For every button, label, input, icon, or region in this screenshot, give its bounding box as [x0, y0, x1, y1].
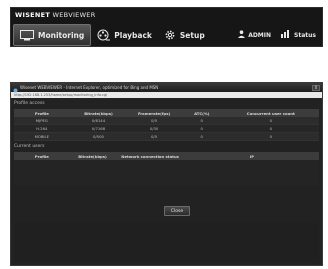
popup-close-x[interactable]: X: [312, 84, 320, 91]
profile-table-header: Profile Bitrate(kbps) Framerate(fps) ATC…: [14, 109, 319, 117]
cell-framerate: 0/5: [151, 134, 158, 139]
tab-monitoring[interactable]: Monitoring: [13, 24, 92, 46]
address-url: http://192.168.1.253/home/setup/monitori…: [14, 93, 108, 97]
users-table-body: [14, 160, 319, 186]
logo-brand: WISENET: [15, 11, 51, 19]
cell-framerate: 0/5: [151, 118, 158, 123]
current-users-heading: Current users: [14, 144, 45, 149]
tab-playback[interactable]: Playback: [91, 24, 158, 46]
cell-bitrate: 0/7168: [91, 126, 106, 131]
tab-playback-label: Playback: [114, 30, 152, 40]
cell-profile: H.264: [36, 126, 48, 131]
tab-setup[interactable]: Setup: [158, 24, 211, 46]
col-network-status: Network connection status: [121, 153, 179, 159]
status-icon: [281, 30, 291, 40]
app-logo: WISENET WEBVIEWER: [15, 11, 96, 19]
cell-concurrent-users: 0: [269, 134, 273, 139]
monitor-icon: [20, 29, 34, 41]
close-button[interactable]: Close: [164, 206, 190, 216]
popup-empty-area: [14, 223, 319, 261]
col-ip: IP: [249, 153, 255, 159]
user-name: ADMIN: [248, 31, 272, 39]
cell-bitrate: 0/6144: [91, 118, 106, 123]
monitoring-info-popup: Wisenet WEBVIEWER - Internet Explorer, o…: [10, 82, 323, 266]
users-table-header: Profile Bitrate(kbps) Network connection…: [14, 152, 319, 160]
gear-icon: [164, 29, 176, 41]
cell-profile: MOBILE: [34, 134, 50, 139]
film-reel-icon: [97, 29, 111, 41]
user-icon: [238, 30, 246, 40]
col-framerate: Framerate(fps): [137, 110, 171, 116]
cell-concurrent-users: 0: [269, 118, 273, 123]
cell-bitrate: 0/500: [92, 134, 104, 139]
table-row: MJPEG 0/6144 0/5 0 0: [14, 117, 319, 125]
tab-setup-label: Setup: [179, 30, 205, 40]
cell-atc: 0: [200, 126, 203, 131]
col-user-bitrate: Bitrate(kbps): [78, 153, 107, 159]
tab-monitoring-label: Monitoring: [38, 30, 85, 40]
status-button[interactable]: Status: [281, 30, 316, 40]
cell-profile: MJPEG: [35, 118, 48, 123]
table-row: MOBILE 0/500 0/5 0 0: [14, 133, 319, 141]
cell-atc: 0: [200, 118, 203, 123]
status-label: Status: [294, 31, 316, 39]
popup-titlebar: Wisenet WEBVIEWER - Internet Explorer, o…: [11, 83, 322, 93]
col-bitrate: Bitrate(kbps): [84, 110, 113, 116]
profile-access-table: Profile Bitrate(kbps) Framerate(fps) ATC…: [14, 109, 319, 141]
cell-framerate: 0/30: [149, 126, 159, 131]
col-concurrent-users: Concurrent user count: [246, 110, 295, 116]
profile-access-heading: Profile access: [14, 101, 45, 106]
table-row: H.264 0/7168 0/30 0 0: [14, 125, 319, 133]
main-nav: Monitoring Playback Setup ADMIN Status: [11, 23, 322, 47]
col-profile: Profile: [34, 110, 49, 116]
current-users-table: Profile Bitrate(kbps) Network connection…: [14, 152, 319, 160]
cell-atc: 0: [200, 134, 203, 139]
user-menu[interactable]: ADMIN: [238, 30, 271, 40]
app-header: WISENET WEBVIEWER Monitoring Playback Se…: [10, 7, 323, 47]
popup-title: Wisenet WEBVIEWER - Internet Explorer, o…: [20, 85, 159, 90]
logo-product: WEBVIEWER: [52, 11, 96, 19]
nav-right: ADMIN Status: [238, 30, 316, 40]
col-atc: ATC(%): [194, 110, 210, 116]
col-user-profile: Profile: [34, 153, 49, 159]
cell-concurrent-users: 0: [269, 126, 273, 131]
